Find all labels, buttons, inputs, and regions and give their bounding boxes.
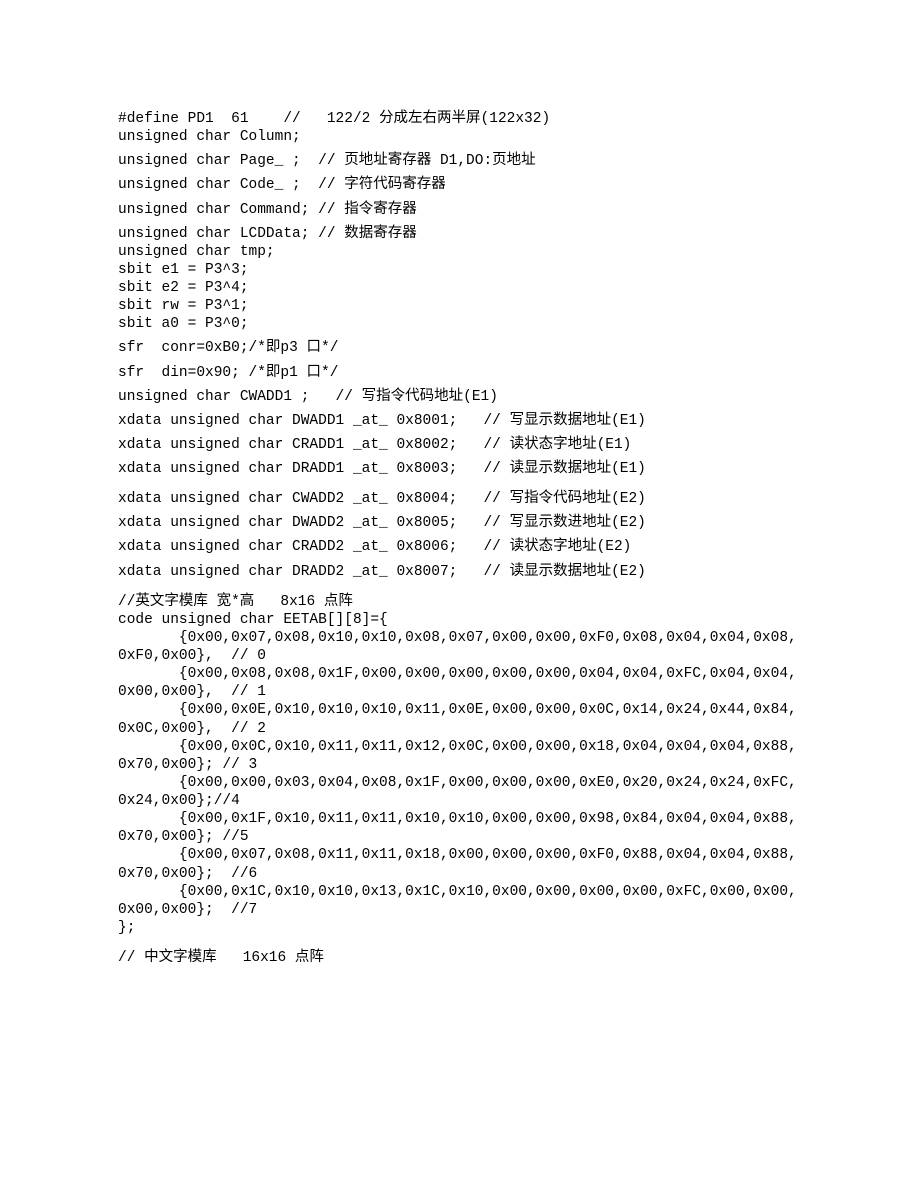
code-line: sbit a0 = P3^0;: [118, 315, 802, 333]
code-line: sfr conr=0xB0;/*即p3 口*/: [118, 339, 802, 357]
code-line: sfr din=0x90; /*即p1 口*/: [118, 364, 802, 382]
code-line: xdata unsigned char DRADD2 _at_ 0x8007; …: [118, 563, 802, 581]
code-line: xdata unsigned char DRADD1 _at_ 0x8003; …: [118, 460, 802, 478]
code-line: {0x00,0x0E,0x10,0x10,0x10,0x11,0x0E,0x00…: [118, 701, 802, 737]
code-line: {0x00,0x0C,0x10,0x11,0x11,0x12,0x0C,0x00…: [118, 738, 802, 774]
code-line: unsigned char Page_ ; // 页地址寄存器 D1,DO:页地…: [118, 152, 802, 170]
code-line: #define PD1 61 // 122/2 分成左右两半屏(122x32): [118, 110, 802, 128]
code-line: xdata unsigned char CRADD1 _at_ 0x8002; …: [118, 436, 802, 454]
code-line: //英文字模库 宽*高 8x16 点阵: [118, 593, 802, 611]
code-line: unsigned char CWADD1 ; // 写指令代码地址(E1): [118, 388, 802, 406]
code-line: unsigned char Column;: [118, 128, 802, 146]
code-line: sbit e2 = P3^4;: [118, 279, 802, 297]
code-line: {0x00,0x07,0x08,0x11,0x11,0x18,0x00,0x00…: [118, 846, 802, 882]
code-line: unsigned char tmp;: [118, 243, 802, 261]
code-line: unsigned char Code_ ; // 字符代码寄存器: [118, 176, 802, 194]
code-line: sbit e1 = P3^3;: [118, 261, 802, 279]
code-line: {0x00,0x07,0x08,0x10,0x10,0x08,0x07,0x00…: [118, 629, 802, 665]
code-line: {0x00,0x1F,0x10,0x11,0x11,0x10,0x10,0x00…: [118, 810, 802, 846]
code-line: // 中文字模库 16x16 点阵: [118, 949, 802, 967]
code-line: xdata unsigned char DWADD1 _at_ 0x8001; …: [118, 412, 802, 430]
code-line: unsigned char Command; // 指令寄存器: [118, 201, 802, 219]
code-line: code unsigned char EETAB[][8]={: [118, 611, 802, 629]
code-line: {0x00,0x1C,0x10,0x10,0x13,0x1C,0x10,0x00…: [118, 883, 802, 919]
code-line: xdata unsigned char DWADD2 _at_ 0x8005; …: [118, 514, 802, 532]
code-line: };: [118, 919, 802, 937]
code-line: {0x00,0x08,0x08,0x1F,0x00,0x00,0x00,0x00…: [118, 665, 802, 701]
code-line: xdata unsigned char CRADD2 _at_ 0x8006; …: [118, 538, 802, 556]
code-document: #define PD1 61 // 122/2 分成左右两半屏(122x32)u…: [0, 0, 920, 1027]
code-line: xdata unsigned char CWADD2 _at_ 0x8004; …: [118, 490, 802, 508]
code-line: unsigned char LCDData; // 数据寄存器: [118, 225, 802, 243]
code-line: sbit rw = P3^1;: [118, 297, 802, 315]
code-line: {0x00,0x00,0x03,0x04,0x08,0x1F,0x00,0x00…: [118, 774, 802, 810]
